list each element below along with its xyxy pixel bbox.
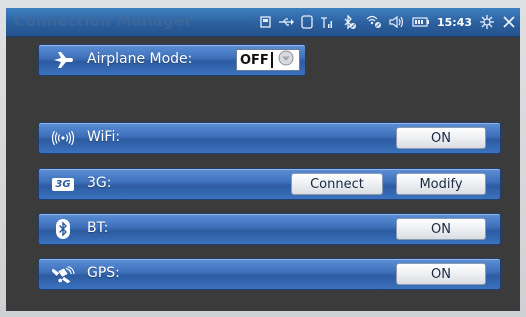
gps-satellite-icon	[51, 263, 75, 285]
gps-on-button[interactable]: ON	[396, 263, 486, 285]
screen: Connection Manager 15:43 Airplane Mode: …	[6, 8, 520, 311]
bt-on-button[interactable]: ON	[396, 218, 486, 240]
volume-icon[interactable]	[389, 15, 405, 29]
bt-row: BT: ON	[38, 213, 501, 245]
3g-label: 3G:	[87, 175, 112, 191]
airplane-mode-label: Airplane Mode:	[87, 51, 193, 67]
wifi-on-button[interactable]: ON	[396, 127, 486, 149]
settings-icon[interactable]	[479, 14, 495, 30]
3g-connect-button[interactable]: Connect	[291, 173, 383, 195]
window-title: Connection Manager	[14, 12, 193, 30]
wifi-icon	[51, 127, 75, 149]
3g-row: 3G 3G: Connect Modify	[38, 168, 501, 200]
bt-label: BT:	[87, 220, 109, 236]
toggle-separator	[270, 52, 273, 68]
airplane-mode-toggle-value: OFF	[240, 52, 269, 68]
3g-badge: 3G	[52, 177, 74, 191]
wifi-label: WiFi:	[87, 129, 121, 145]
title-bar: Connection Manager 15:43	[6, 8, 520, 37]
bluetooth-icon	[51, 218, 75, 240]
sim-icon[interactable]	[301, 15, 313, 29]
3g-modify-button[interactable]: Modify	[396, 173, 486, 195]
airplane-mode-toggle[interactable]: OFF	[236, 49, 300, 71]
battery-icon[interactable]	[412, 17, 430, 27]
signal-icon[interactable]	[320, 15, 334, 29]
device-frame: Connection Manager 15:43 Airplane Mode: …	[0, 0, 526, 317]
wifi-row: WiFi: ON	[38, 122, 501, 154]
usb-icon[interactable]	[278, 17, 294, 27]
wifi-off-icon[interactable]	[364, 15, 382, 29]
clock: 15:43	[436, 15, 472, 29]
gps-row: GPS: ON	[38, 258, 501, 290]
status-bar: 15:43	[260, 8, 516, 36]
3g-icon: 3G	[51, 173, 75, 195]
gps-label: GPS:	[87, 265, 120, 281]
card-icon[interactable]	[260, 16, 271, 28]
airplane-mode-row: Airplane Mode: OFF	[38, 44, 306, 76]
close-icon[interactable]	[502, 15, 516, 29]
airplane-icon	[51, 49, 75, 71]
toggle-knob-icon[interactable]	[278, 50, 294, 70]
bluetooth-off-icon[interactable]	[341, 14, 357, 30]
